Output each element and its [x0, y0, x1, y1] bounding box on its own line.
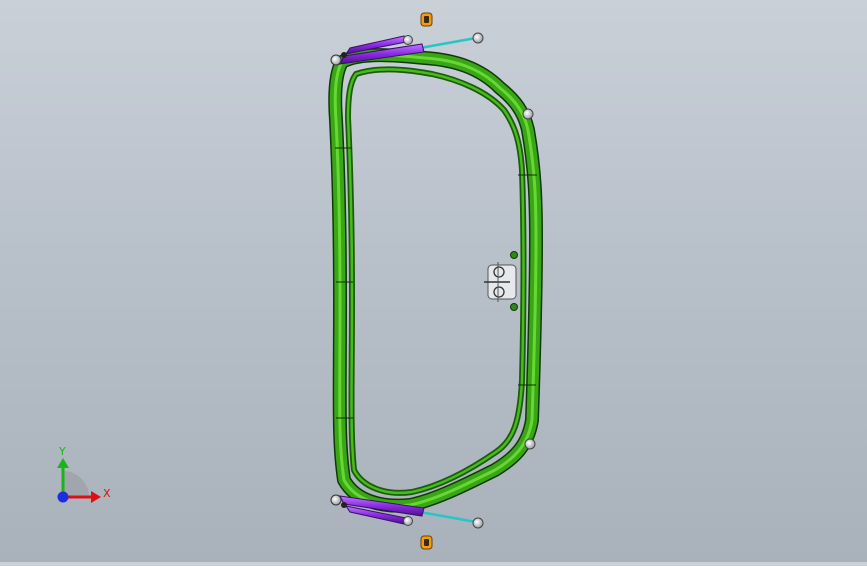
strut-end-fitting-icon[interactable] [403, 516, 413, 526]
strut-pivot-icon [341, 502, 347, 508]
reference-triad: Y X [57, 445, 111, 503]
model-view-canvas[interactable]: Y X [0, 0, 867, 562]
strut-end-fitting-icon[interactable] [472, 517, 484, 529]
latch-assembly[interactable] [484, 251, 518, 311]
strut-end-fitting-icon[interactable] [472, 32, 484, 44]
fitting-nut-core [424, 539, 429, 546]
fitting-nut-core [424, 16, 429, 23]
strut-rod[interactable] [419, 510, 477, 524]
strut-pivot-icon[interactable] [330, 54, 342, 66]
strut-rod[interactable] [419, 36, 477, 50]
triad-z-axis-icon [57, 491, 69, 503]
triad-x-arrow-icon [91, 491, 101, 503]
mount-bolt-icon[interactable] [522, 108, 534, 120]
strut-pivot-icon [341, 52, 347, 58]
triad-y-label: Y [58, 445, 66, 458]
cad-graphics-viewport[interactable]: Y X [0, 0, 867, 562]
strut-end-fitting-icon[interactable] [403, 35, 413, 45]
triad-plane-arc [63, 471, 89, 497]
triad-y-arrow-icon [57, 458, 69, 468]
latch-bolt-icon [510, 303, 518, 311]
strut-pivot-icon[interactable] [330, 494, 342, 506]
mount-bolt-icon[interactable] [524, 438, 536, 450]
latch-bolt-icon [510, 251, 518, 259]
triad-x-label: X [103, 487, 111, 500]
